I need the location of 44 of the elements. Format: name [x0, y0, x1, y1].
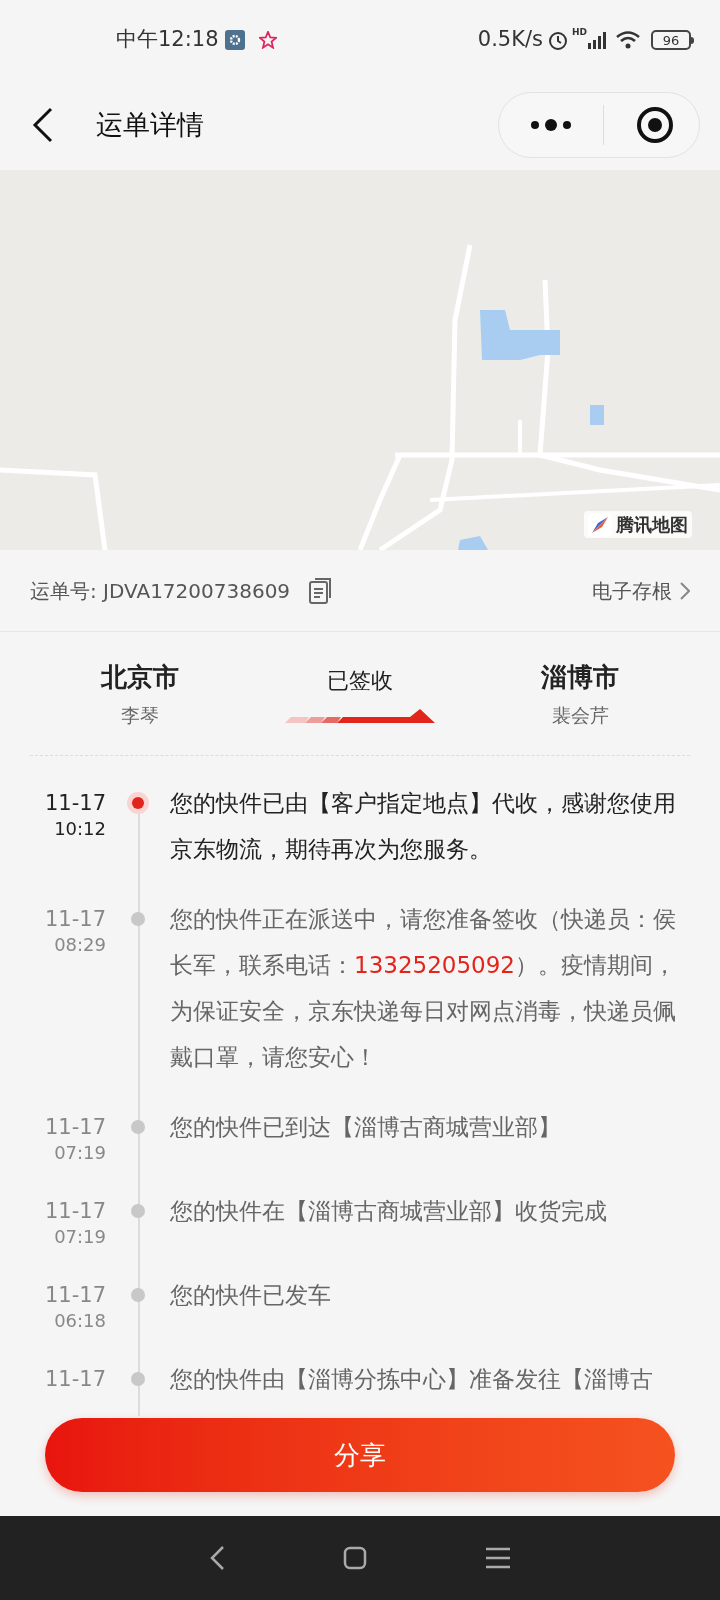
- event-text: 您的快件已发车: [170, 1281, 332, 1310]
- alarm-icon: [547, 29, 569, 51]
- wifi-icon: [615, 30, 641, 50]
- event-date: 11-17: [44, 1282, 106, 1309]
- star-icon: [258, 31, 277, 49]
- nav-back-icon[interactable]: [209, 1545, 225, 1571]
- event-date: 11-17: [44, 790, 106, 817]
- recipient-name: 裴会芹: [551, 702, 609, 728]
- event-time: 07:19: [54, 1226, 106, 1248]
- event-text: 您的快件由【淄博分拣中心】准备发往【淄博古: [170, 1365, 654, 1394]
- event-time: 06:18: [54, 1310, 106, 1332]
- menu-icon[interactable]: [485, 1547, 511, 1569]
- event-text: 您的快件在【淄博古商城营业部】收货完成: [170, 1197, 608, 1226]
- page-title: 运单详情: [96, 107, 204, 142]
- origin-city: 北京市: [101, 660, 179, 694]
- copy-icon[interactable]: [308, 576, 333, 605]
- delivery-status: 已签收: [327, 667, 393, 695]
- map-attribution: 腾讯地图: [584, 511, 692, 538]
- archive-link[interactable]: 电子存根: [592, 575, 672, 606]
- signal-icon: [587, 30, 607, 50]
- progress-arrow-icon: [285, 709, 435, 723]
- share-button[interactable]: 分享: [45, 1418, 675, 1492]
- event-date: 11-17: [44, 1366, 106, 1393]
- battery-level: 96: [662, 33, 680, 47]
- event-text: 您的快件已由【客户指定地点】代收，感谢您使用京东物流，期待再次为您服务。: [170, 789, 677, 864]
- event-time: 07:19: [54, 1142, 106, 1164]
- event-text: 您的快件正在派送中，请您准备签收（快递员：侯长军，联系电话：13325205092）。疫情期间，为保证安全，京东快递每日对网点消毒，快递员佩戴口罩，请您安心！: [170, 905, 677, 1072]
- waybill-number: 运单号: JDVA17200738609: [30, 577, 291, 605]
- phone-link[interactable]: 13325205092: [354, 952, 515, 978]
- event-date: 11-17: [44, 1198, 106, 1225]
- status-time: 中午12:18: [116, 26, 219, 54]
- home-icon[interactable]: [343, 1546, 367, 1570]
- network-type: HD: [572, 26, 587, 39]
- network-speed: 0.5K/s: [477, 26, 543, 54]
- event-date: 11-17: [44, 906, 106, 933]
- event-date: 11-17: [44, 1114, 106, 1141]
- back-icon[interactable]: [32, 107, 54, 143]
- more-icon[interactable]: [529, 118, 573, 132]
- event-text: 您的快件已到达【淄博古商城营业部】: [170, 1113, 562, 1142]
- event-time: 10:12: [54, 818, 106, 840]
- event-time: 08:29: [54, 934, 106, 956]
- destination-city: 淄博市: [541, 660, 619, 694]
- chevron-right-icon: [680, 581, 690, 600]
- sender-name: 李琴: [121, 702, 159, 728]
